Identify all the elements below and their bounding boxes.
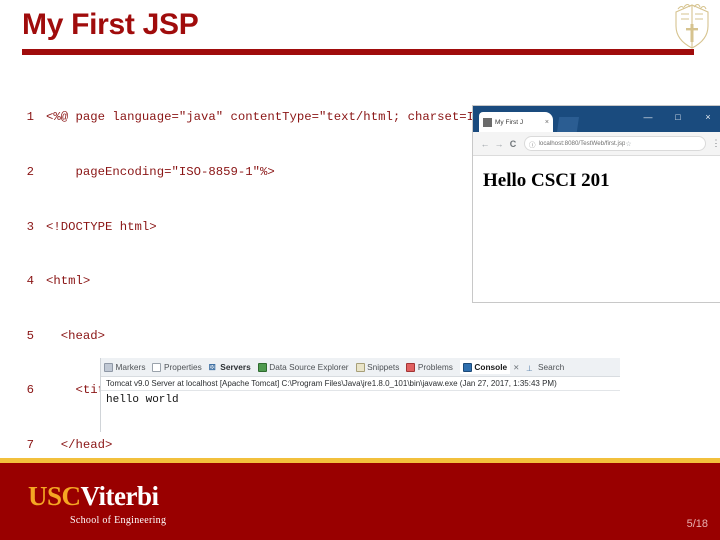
reload-icon[interactable]: C [506, 139, 520, 149]
tab-label: Snippets [367, 362, 400, 372]
window-close-button[interactable]: × [697, 110, 719, 124]
usc-shield-icon [675, 3, 709, 49]
code-line: 2 pageEncoding="ISO-8859-1"%> [8, 163, 478, 181]
tab-label: Console [474, 362, 508, 372]
logo-primary: USC [28, 481, 81, 511]
console-icon [462, 362, 472, 372]
search-icon: ⟂ [526, 362, 532, 373]
slide-footer: USCViterbi School of Engineering 5/18 [0, 458, 720, 540]
database-icon [257, 362, 267, 372]
browser-titlebar: My First J × — □ × [473, 106, 720, 132]
back-icon[interactable]: ← [478, 139, 492, 149]
tab-data-source-explorer[interactable]: Data Source Explorer [257, 362, 349, 372]
tab-close-icon[interactable]: × [543, 119, 549, 126]
line-number: 3 [26, 219, 34, 234]
slide-header: My First JSP [0, 0, 720, 58]
code-line: 3 <!DOCTYPE html> [8, 218, 478, 236]
page-title: My First JSP [22, 8, 199, 41]
tab-label: Problems [417, 362, 453, 372]
tab-search[interactable]: ⟂ Search [526, 362, 565, 373]
line-number: 2 [26, 165, 34, 179]
tab-label: Data Source Explorer [269, 362, 349, 372]
line-text: <html> [46, 274, 91, 289]
tab-problems[interactable]: Problems [406, 362, 453, 372]
forward-icon[interactable]: → [492, 139, 506, 149]
tab-label: Search [537, 362, 565, 372]
line-text: <!DOCTYPE html> [46, 219, 157, 234]
line-number: 4 [26, 274, 34, 289]
new-tab-button[interactable] [557, 117, 579, 132]
code-line: 4 <html> [8, 272, 478, 290]
console-output-text: hello world [106, 394, 179, 406]
line-text: <head> [46, 328, 106, 343]
line-text: </head> [46, 437, 113, 452]
tab-label: Markers [115, 362, 146, 372]
eclipse-console-panel: Markers Properties ⚄ Servers Data Source… [100, 358, 620, 432]
problems-icon [406, 362, 416, 372]
line-text: pageEncoding="ISO-8859-1"%> [46, 165, 275, 179]
code-line: 1 <%@ page language="java" contentType="t… [8, 108, 548, 126]
code-line: 7 </head> [8, 436, 478, 454]
tab-snippets[interactable]: Snippets [355, 362, 400, 372]
site-info-icon[interactable]: ⓘ [529, 139, 536, 149]
console-tab-close-icon[interactable]: ✕ [513, 363, 519, 372]
tab-console[interactable]: Console [459, 360, 511, 374]
logo-subtitle: School of Engineering [70, 515, 167, 526]
markers-icon [104, 362, 113, 372]
line-number: 7 [26, 437, 34, 452]
console-status-line: Tomcat v9.0 Server at localhost [Apache … [101, 377, 620, 391]
tab-markers[interactable]: Markers [104, 362, 145, 372]
tab-title: My First J [495, 118, 524, 126]
tab-favicon-icon [483, 117, 492, 127]
browser-viewport: Hello CSCI 201 [473, 156, 720, 302]
rendered-page-heading: Hello CSCI 201 [483, 170, 610, 191]
line-number: 1 [26, 110, 34, 125]
tab-servers[interactable]: ⚄ Servers [209, 362, 251, 372]
servers-icon: ⚄ [208, 362, 216, 372]
title-divider [22, 49, 694, 55]
window-maximize-button[interactable]: □ [667, 110, 689, 124]
page-number: 5/18 [686, 518, 708, 530]
tab-properties[interactable]: Properties [152, 362, 202, 372]
console-tab-bar: Markers Properties ⚄ Servers Data Source… [101, 358, 620, 377]
bookmark-star-icon[interactable]: ☆ [625, 140, 631, 148]
usc-wordmark: USCViterbi [28, 483, 166, 510]
line-number: 5 [26, 328, 34, 343]
window-minimize-button[interactable]: — [637, 110, 659, 124]
url-input[interactable]: ⓘ localhost:8080/TestWeb/first.jsp ☆ [524, 136, 706, 151]
url-text: localhost:8080/TestWeb/first.jsp [538, 140, 626, 147]
browser-window-screenshot: My First J × — □ × ← → C ⓘ localhost:808… [472, 105, 720, 303]
snippets-icon [355, 362, 365, 372]
line-number: 6 [26, 383, 34, 398]
browser-menu-icon[interactable]: ⋮ [710, 139, 720, 148]
browser-toolbar: ← → C ⓘ localhost:8080/TestWeb/first.jsp… [473, 132, 720, 156]
browser-tab[interactable]: My First J × [479, 112, 553, 132]
tab-label: Properties [163, 362, 202, 372]
properties-icon [152, 362, 162, 372]
tab-label: Servers [220, 362, 251, 372]
usc-viterbi-logo: USCViterbi School of Engineering [28, 483, 166, 526]
slide: My First JSP 1 <%@ page language="java" c… [0, 0, 720, 540]
logo-secondary: Viterbi [80, 481, 159, 511]
code-line: 5 <head> [8, 327, 478, 345]
